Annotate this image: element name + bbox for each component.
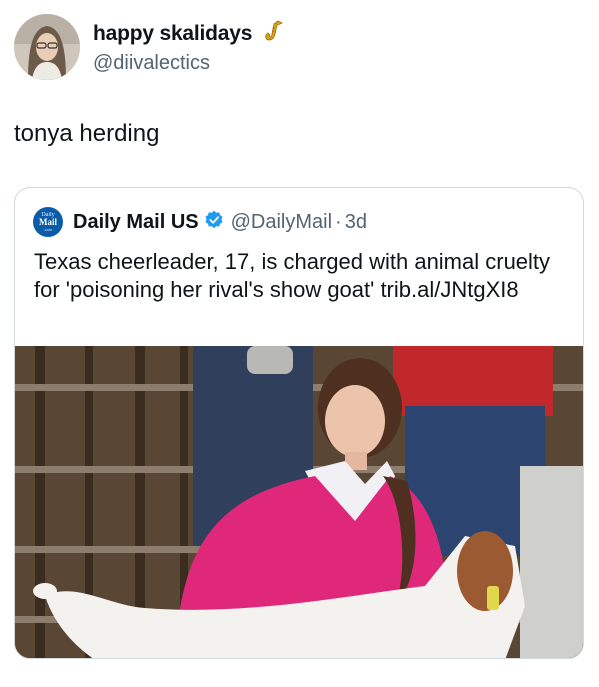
separator-dot: · — [335, 210, 342, 233]
dailymail-logo-avatar[interactable]: Daily Mail .com — [33, 207, 63, 237]
quoted-timestamp[interactable]: 3d — [345, 211, 367, 234]
avatar-image — [14, 14, 80, 80]
logo-line-2: Mail — [39, 217, 57, 227]
saxophone-icon — [263, 19, 287, 48]
quoted-tweet-card[interactable]: Daily Mail .com Daily Mail US @DailyMail… — [14, 187, 584, 659]
author-display-name[interactable]: happy skalidays — [93, 21, 252, 47]
tweet: happy skalidays @diivalectics tonya herd… — [0, 0, 599, 687]
tweet-text: tonya herding — [14, 120, 160, 147]
photo-girl-with-goat — [15, 346, 583, 658]
quoted-tweet-header: Daily Mail .com Daily Mail US @DailyMail… — [33, 207, 367, 237]
author-handle[interactable]: @diivalectics — [93, 50, 287, 76]
author-header: happy skalidays @diivalectics — [93, 19, 287, 76]
quoted-tweet-text: Texas cheerleader, 17, is charged with a… — [34, 249, 551, 302]
verified-badge-icon — [204, 210, 224, 235]
quoted-display-name[interactable]: Daily Mail US — [73, 211, 199, 234]
quoted-handle[interactable]: @DailyMail — [231, 211, 332, 234]
quoted-tweet-photo[interactable] — [15, 346, 583, 658]
author-avatar[interactable] — [14, 14, 80, 80]
logo-line-1: Daily — [41, 212, 55, 218]
logo-line-3: .com — [43, 227, 53, 232]
